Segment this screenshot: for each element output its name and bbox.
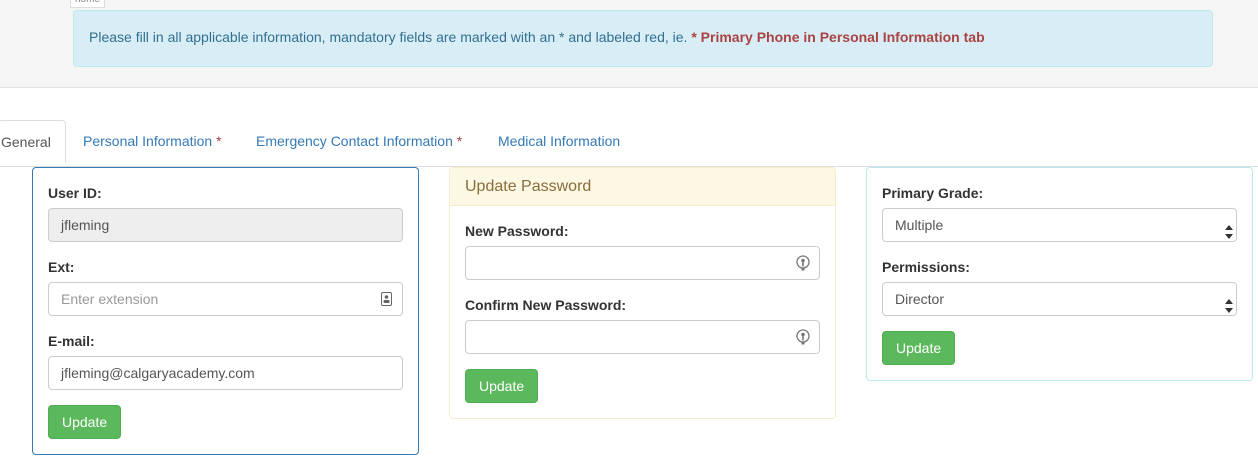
tab-medical-information-label: Medical Information [498, 133, 621, 149]
alert-message: Please fill in all applicable informatio… [89, 29, 688, 45]
confirm-password-input[interactable] [465, 320, 820, 354]
primary-grade-value: Multiple [895, 217, 944, 233]
permissions-select[interactable]: Director [882, 282, 1237, 316]
general-info-panel: User ID: jfleming Ext: Enter extension E… [32, 167, 419, 455]
user-id-field: jfleming [48, 208, 403, 242]
update-password-panel: Update Password New Password: Confirm Ne… [449, 167, 836, 419]
tab-emergency-contact-information[interactable]: Emergency Contact Information * [256, 120, 462, 162]
top-band: home Please fill in all applicable infor… [0, 0, 1258, 88]
confirm-password-label: Confirm New Password: [465, 297, 627, 313]
user-id-label: User ID: [48, 185, 102, 201]
general-update-button[interactable]: Update [48, 405, 122, 439]
email-value: jfleming@calgaryacademy.com [61, 365, 255, 381]
breadcrumb[interactable]: home [70, 0, 106, 8]
new-password-input[interactable] [465, 246, 820, 280]
user-id-value: jfleming [61, 217, 110, 233]
new-password-label: New Password: [465, 223, 569, 239]
email-input[interactable]: jfleming@calgaryacademy.com [48, 356, 403, 390]
password-update-button[interactable]: Update [465, 369, 539, 403]
select-arrows-icon [1225, 218, 1233, 239]
contact-card-icon [378, 291, 394, 307]
email-label: E-mail: [48, 333, 95, 349]
tab-personal-information-label: Personal Information [83, 133, 213, 149]
ext-placeholder: Enter extension [61, 291, 159, 307]
permissions-label: Permissions: [882, 259, 970, 275]
required-marker: * [216, 133, 222, 149]
tab-personal-information[interactable]: Personal Information * [83, 120, 222, 162]
select-arrows-icon [1225, 292, 1233, 313]
tab-medical-information[interactable]: Medical Information [498, 120, 620, 162]
grade-permissions-panel: Primary Grade: Multiple Permissions: Dir… [866, 167, 1253, 381]
primary-grade-label: Primary Grade: [882, 185, 984, 201]
info-alert: Please fill in all applicable informatio… [73, 10, 1213, 67]
update-password-title: Update Password [450, 168, 835, 206]
permissions-value: Director [895, 291, 945, 307]
ext-input[interactable]: Enter extension [48, 282, 403, 316]
primary-grade-select[interactable]: Multiple [882, 208, 1237, 242]
alert-required-example: * Primary Phone in Personal Information … [691, 29, 985, 45]
ext-label: Ext: [48, 259, 75, 275]
grade-update-button[interactable]: Update [882, 331, 956, 365]
tab-bar: General Personal Information * Emergency… [0, 120, 1258, 167]
tab-general-label: General [1, 134, 51, 150]
password-key-icon[interactable] [795, 329, 811, 345]
required-marker: * [456, 133, 463, 149]
password-key-icon[interactable] [795, 255, 811, 271]
tab-emergency-contact-label: Emergency Contact Information [256, 133, 453, 149]
tab-general[interactable]: General [0, 120, 66, 163]
